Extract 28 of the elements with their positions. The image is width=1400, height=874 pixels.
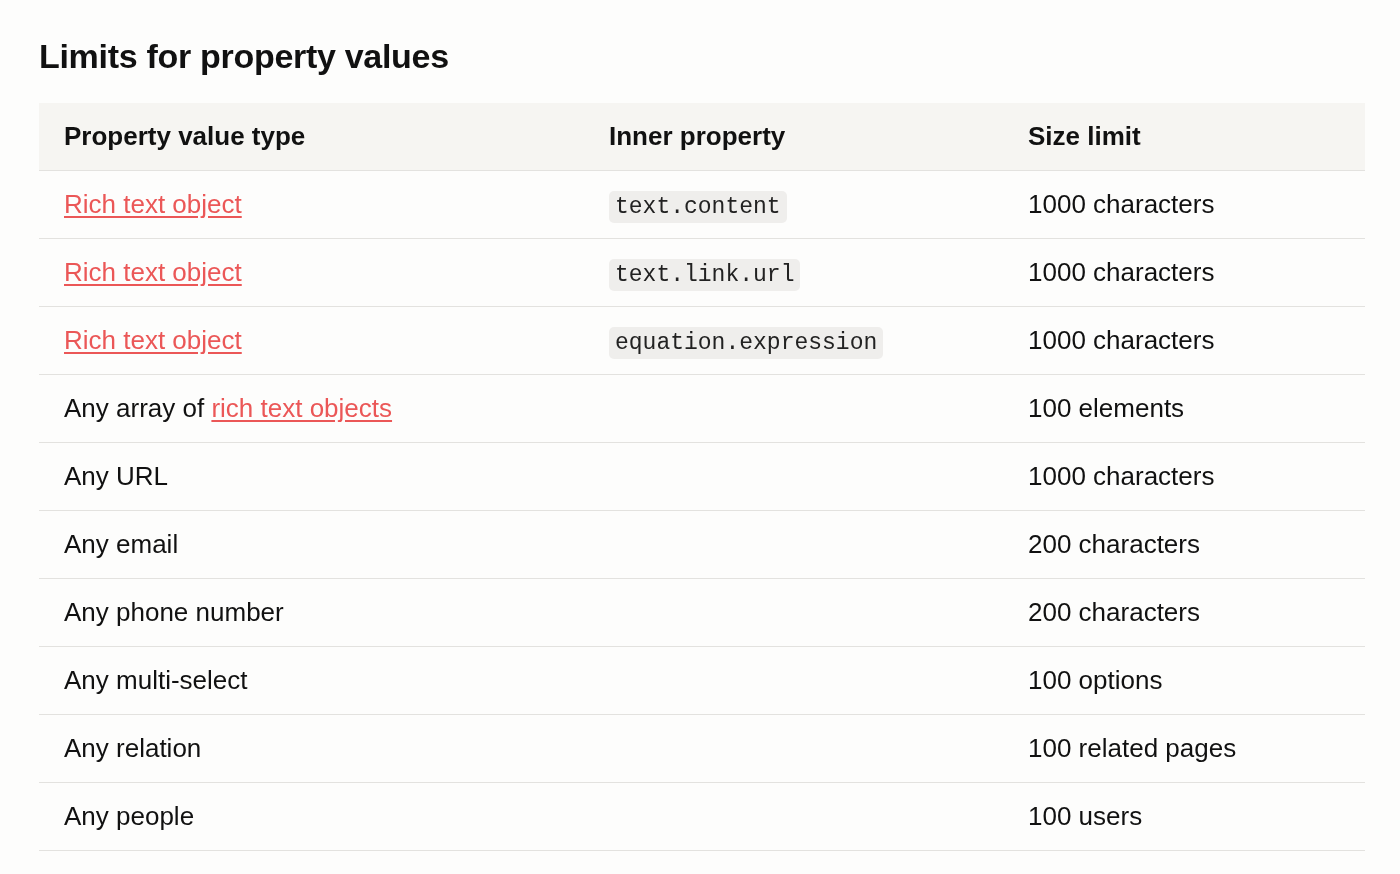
table-cell: 100 elements (1003, 374, 1365, 443)
table-cell: 200 characters (1003, 510, 1365, 579)
table-cell: 1000 characters (1003, 442, 1365, 511)
section-heading: Limits for property values (39, 36, 450, 77)
link[interactable]: Rich text object (64, 325, 242, 356)
code-text: text.link.url (609, 259, 801, 292)
table-cell: 100 users (1003, 782, 1365, 851)
cell-text: Any multi-select (64, 665, 248, 696)
table-cell: 200 characters (1003, 578, 1365, 647)
link[interactable]: Rich text object (64, 257, 242, 288)
link[interactable]: rich text objects (211, 393, 393, 424)
cell-text: Any people (64, 801, 195, 832)
cell-text: Any phone number (64, 597, 284, 628)
table-cell: 1000 characters (1003, 170, 1365, 239)
column-header: Property value type (39, 102, 584, 171)
link[interactable]: Rich text object (64, 189, 242, 220)
table-cell: 100 related pages (1003, 714, 1365, 783)
cell-text: Any URL (64, 461, 169, 492)
cell-text: Any relation (64, 733, 202, 764)
cell-text: Any array of rich text objects (64, 393, 393, 424)
column-header: Inner property (584, 102, 1003, 171)
code-text: equation.expression (609, 327, 884, 360)
cell-text: Any email (64, 529, 179, 560)
code-text: text.content (609, 191, 787, 224)
table-cell: 1000 characters (1003, 238, 1365, 307)
table-cell: 100 options (1003, 646, 1365, 715)
column-header: Size limit (1003, 102, 1365, 171)
table-cell: 1000 characters (1003, 306, 1365, 375)
